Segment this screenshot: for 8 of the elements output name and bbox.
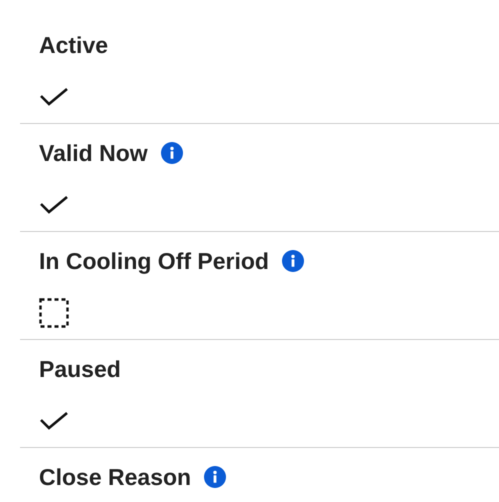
info-icon[interactable] bbox=[160, 142, 183, 164]
field-label: Close Reason bbox=[39, 463, 192, 491]
field-label: Valid Now bbox=[39, 139, 148, 167]
field-label: Paused bbox=[39, 355, 121, 383]
info-icon[interactable] bbox=[282, 250, 304, 272]
info-icon[interactable] bbox=[204, 466, 226, 488]
field-label: In Cooling Off Period bbox=[39, 247, 269, 275]
field-label: Active bbox=[39, 31, 108, 59]
